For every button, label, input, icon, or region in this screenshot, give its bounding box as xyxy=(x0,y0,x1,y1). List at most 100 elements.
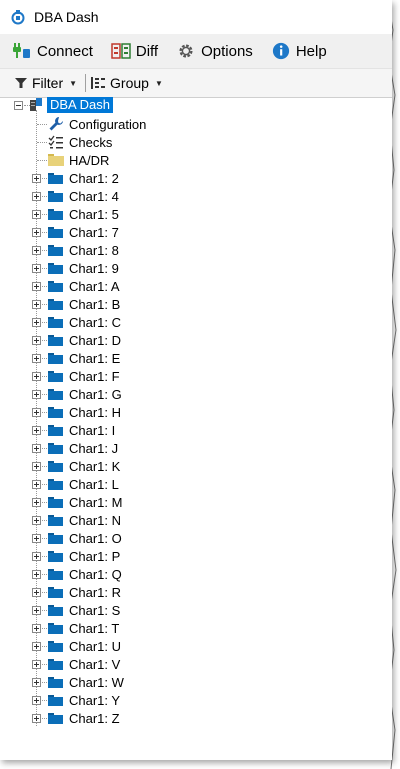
expand-toggle[interactable] xyxy=(32,552,41,561)
expand-toggle[interactable] xyxy=(32,390,41,399)
tree-node-group[interactable]: Char1: U xyxy=(48,637,121,655)
tree-node-group[interactable]: Char1: 5 xyxy=(48,205,119,223)
tree-node-label: Char1: R xyxy=(69,584,122,600)
tree-node-group[interactable]: Char1: F xyxy=(48,367,120,385)
tree-node-group[interactable]: Char1: Z xyxy=(48,709,120,727)
tree-node-group[interactable]: Char1: D xyxy=(48,331,121,349)
expand-toggle[interactable] xyxy=(32,570,41,579)
tree-node-group[interactable]: Char1: 2 xyxy=(48,169,119,187)
tree-toolbar: Filter ▼ Group ▼ xyxy=(0,69,392,98)
folder-icon xyxy=(48,262,63,274)
tree-node-group[interactable]: Char1: R xyxy=(48,583,121,601)
filter-dropdown[interactable]: Filter ▼ xyxy=(14,75,77,91)
expand-toggle[interactable] xyxy=(32,624,41,633)
tree-node-label: Char1: O xyxy=(69,530,122,546)
diff-button[interactable]: Diff xyxy=(111,42,158,60)
expand-toggle[interactable] xyxy=(32,300,41,309)
expand-toggle[interactable] xyxy=(32,714,41,723)
expand-toggle[interactable] xyxy=(32,516,41,525)
expand-toggle[interactable] xyxy=(32,174,41,183)
folder-icon xyxy=(48,658,63,670)
expand-toggle[interactable] xyxy=(32,354,41,363)
expand-toggle[interactable] xyxy=(32,462,41,471)
tree-node-group[interactable]: Char1: O xyxy=(48,529,122,547)
tree-node-group[interactable]: Char1: 4 xyxy=(48,187,119,205)
tree-node-group[interactable]: Char1: T xyxy=(48,619,119,637)
folder-icon xyxy=(48,298,63,310)
tree-node-configuration[interactable]: Configuration xyxy=(48,115,146,133)
options-label: Options xyxy=(201,42,253,60)
window-title: DBA Dash xyxy=(34,9,99,25)
group-dropdown[interactable]: Group ▼ xyxy=(90,75,163,91)
expand-toggle[interactable] xyxy=(32,426,41,435)
expand-toggle[interactable] xyxy=(32,678,41,687)
tree-node-checks[interactable]: Checks xyxy=(48,133,112,151)
expand-toggle[interactable] xyxy=(32,282,41,291)
tree-node-group[interactable]: Char1: P xyxy=(48,547,120,565)
tree-node-group[interactable]: Char1: 9 xyxy=(48,259,119,277)
expand-toggle[interactable] xyxy=(32,336,41,345)
tree-node-group[interactable]: Char1: B xyxy=(48,295,120,313)
folder-icon xyxy=(48,622,63,634)
tree-node-label: Char1: W xyxy=(69,674,124,690)
expand-toggle[interactable] xyxy=(32,480,41,489)
tree-node-group[interactable]: Char1: V xyxy=(48,655,120,673)
expand-toggle[interactable] xyxy=(32,660,41,669)
connect-label: Connect xyxy=(37,42,93,60)
info-icon xyxy=(272,42,289,60)
tree-node-group[interactable]: Char1: Q xyxy=(48,565,122,583)
tree-node-group[interactable]: Char1: S xyxy=(48,601,120,619)
help-button[interactable]: Help xyxy=(271,42,327,60)
tree-node-label: Char1: D xyxy=(69,332,122,348)
expand-toggle[interactable] xyxy=(32,444,41,453)
tree-node-group[interactable]: Char1: L xyxy=(48,475,119,493)
folder-icon xyxy=(48,352,63,364)
group-label: Group xyxy=(110,75,149,91)
tree-connector-line xyxy=(37,160,47,161)
tree-node-label: Configuration xyxy=(69,116,147,132)
tree-node-hadr[interactable]: HA/DR xyxy=(48,151,109,169)
expand-toggle[interactable] xyxy=(32,192,41,201)
tree-node-label: Char1: Y xyxy=(69,692,121,708)
tree-node-group[interactable]: Char1: H xyxy=(48,403,121,421)
diff-icon xyxy=(111,43,131,59)
tree-node-group[interactable]: Char1: Y xyxy=(48,691,120,709)
expand-toggle[interactable] xyxy=(32,264,41,273)
tree-node-group[interactable]: Char1: E xyxy=(48,349,120,367)
expand-toggle[interactable] xyxy=(32,228,41,237)
expand-toggle[interactable] xyxy=(32,372,41,381)
tree-node-group[interactable]: Char1: W xyxy=(48,673,124,691)
tree-node-group[interactable]: Char1: K xyxy=(48,457,120,475)
expand-toggle[interactable] xyxy=(32,588,41,597)
tree-node-group[interactable]: Char1: 8 xyxy=(48,241,119,259)
tree-node-group[interactable]: Char1: M xyxy=(48,493,122,511)
root-collapse-toggle[interactable] xyxy=(14,101,23,110)
expand-toggle[interactable] xyxy=(32,318,41,327)
tree-node-group[interactable]: Char1: 7 xyxy=(48,223,119,241)
expand-toggle[interactable] xyxy=(32,534,41,543)
expand-toggle[interactable] xyxy=(32,606,41,615)
expand-toggle[interactable] xyxy=(32,642,41,651)
tree-node-label: Char1: B xyxy=(69,296,121,312)
folder-icon xyxy=(48,694,63,706)
tree-node-group[interactable]: Char1: C xyxy=(48,313,121,331)
tree-node-group[interactable]: Char1: G xyxy=(48,385,122,403)
expand-toggle[interactable] xyxy=(32,498,41,507)
expand-toggle[interactable] xyxy=(32,246,41,255)
tree-node-group[interactable]: Char1: J xyxy=(48,439,118,457)
tree-node-label: Char1: C xyxy=(69,314,122,330)
tree-node-label: Char1: E xyxy=(69,350,121,366)
expand-toggle[interactable] xyxy=(32,696,41,705)
tree-node-group[interactable]: Char1: A xyxy=(48,277,120,295)
tree-node-label: Char1: I xyxy=(69,422,116,438)
connect-button[interactable]: Connect xyxy=(12,42,93,60)
tree-node-root[interactable]: DBA Dash xyxy=(28,96,113,114)
tree-node-group[interactable]: Char1: N xyxy=(48,511,121,529)
tree-node-label: Char1: U xyxy=(69,638,122,654)
expand-toggle[interactable] xyxy=(32,408,41,417)
folder-icon xyxy=(48,676,63,688)
tree-node-group[interactable]: Char1: I xyxy=(48,421,115,439)
expand-toggle[interactable] xyxy=(32,210,41,219)
tree-node-label: Char1: 8 xyxy=(69,242,119,258)
options-button[interactable]: Options xyxy=(176,42,253,60)
